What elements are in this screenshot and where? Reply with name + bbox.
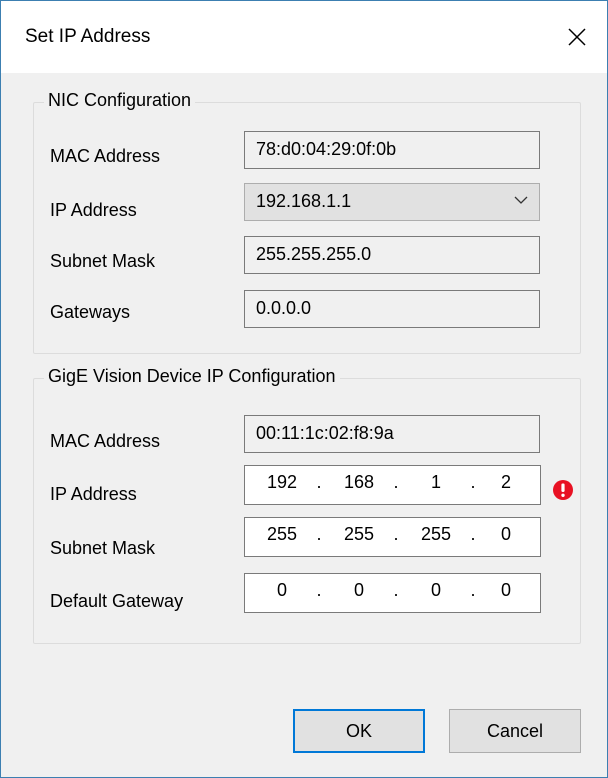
nic-configuration-legend: NIC Configuration bbox=[44, 90, 196, 111]
device-subnet-input[interactable]: 255 . 255 . 255 . 0 bbox=[244, 517, 541, 557]
nic-subnet-field: 255.255.255.0 bbox=[244, 236, 540, 274]
ip-octet-1[interactable]: 192 bbox=[257, 472, 307, 493]
octet-separator: . bbox=[316, 524, 322, 544]
close-button[interactable] bbox=[547, 1, 607, 73]
ip-octet-3[interactable]: 1 bbox=[411, 472, 461, 493]
exclamation-error-icon bbox=[553, 480, 573, 500]
octet-separator: . bbox=[393, 580, 399, 600]
octet-separator: . bbox=[316, 472, 322, 492]
octet-separator: . bbox=[393, 524, 399, 544]
subnet-octet-3[interactable]: 255 bbox=[411, 524, 461, 545]
gateway-octet-3[interactable]: 0 bbox=[411, 580, 461, 601]
gateway-octet-2[interactable]: 0 bbox=[334, 580, 384, 601]
octet-separator: . bbox=[470, 580, 476, 600]
dialog-title: Set IP Address bbox=[25, 26, 151, 47]
title-bar[interactable]: Set IP Address bbox=[1, 1, 607, 73]
gateway-octet-4[interactable]: 0 bbox=[481, 580, 531, 601]
nic-ip-label: IP Address bbox=[50, 200, 137, 220]
device-ip-input[interactable]: 192 . 168 . 1 . 2 bbox=[244, 465, 541, 505]
device-gateway-label: Default Gateway bbox=[50, 591, 184, 611]
subnet-octet-2[interactable]: 255 bbox=[334, 524, 384, 545]
ip-octet-4[interactable]: 2 bbox=[481, 472, 531, 493]
nic-gateways-label: Gateways bbox=[50, 302, 131, 322]
nic-mac-label: MAC Address bbox=[50, 146, 161, 166]
nic-gateways-field: 0.0.0.0 bbox=[244, 290, 540, 328]
octet-separator: . bbox=[393, 472, 399, 492]
ip-octet-2[interactable]: 168 bbox=[334, 472, 384, 493]
nic-subnet-label: Subnet Mask bbox=[50, 251, 156, 271]
device-ip-configuration-legend: GigE Vision Device IP Configuration bbox=[44, 366, 340, 387]
device-mac-label: MAC Address bbox=[50, 431, 161, 451]
octet-separator: . bbox=[470, 524, 476, 544]
nic-mac-field: 78:d0:04:29:0f:0b bbox=[244, 131, 540, 169]
set-ip-address-dialog: Set IP Address NIC Configuration MAC Add… bbox=[0, 0, 608, 778]
device-subnet-label: Subnet Mask bbox=[50, 538, 156, 558]
chevron-down-icon bbox=[514, 196, 528, 204]
device-ip-configuration-group: GigE Vision Device IP Configuration MAC … bbox=[33, 366, 581, 644]
close-icon bbox=[568, 28, 586, 46]
subnet-octet-4[interactable]: 0 bbox=[481, 524, 531, 545]
nic-ip-selected: 192.168.1.1 bbox=[256, 191, 352, 211]
nic-ip-dropdown[interactable]: 192.168.1.1 bbox=[244, 183, 540, 221]
gateway-octet-1[interactable]: 0 bbox=[257, 580, 307, 601]
nic-configuration-group: NIC Configuration MAC Address 78:d0:04:2… bbox=[33, 90, 581, 354]
device-ip-label: IP Address bbox=[50, 484, 137, 504]
device-mac-field: 00:11:1c:02:f8:9a bbox=[244, 415, 540, 453]
octet-separator: . bbox=[470, 472, 476, 492]
cancel-button[interactable]: Cancel bbox=[449, 709, 581, 753]
subnet-octet-1[interactable]: 255 bbox=[257, 524, 307, 545]
octet-separator: . bbox=[316, 580, 322, 600]
device-gateway-input[interactable]: 0 . 0 . 0 . 0 bbox=[244, 573, 541, 613]
ok-button[interactable]: OK bbox=[293, 709, 425, 753]
